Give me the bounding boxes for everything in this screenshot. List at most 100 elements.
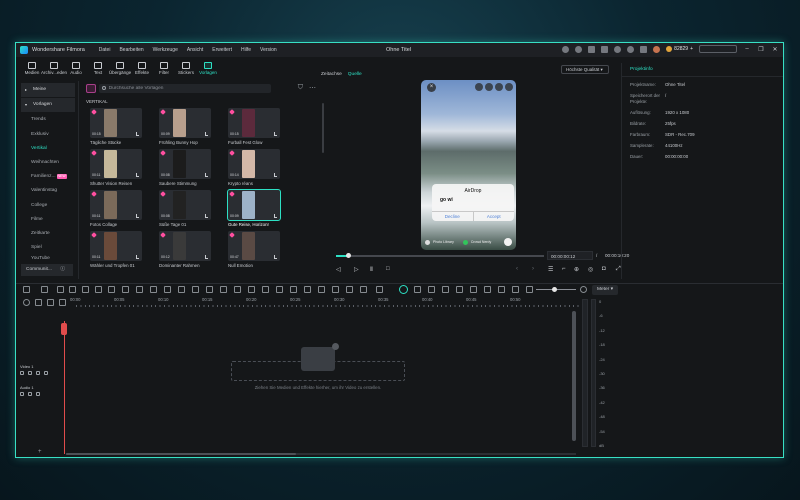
template-card[interactable]: 00:08 Süße Tage 01 [159,190,211,227]
snap-icon[interactable] [414,286,421,293]
tool-transitions[interactable]: Übergänge [109,57,131,79]
sidebar-item-familienzeit[interactable]: Familienz... NEW [21,170,75,184]
caption-icon[interactable] [498,286,505,293]
folder-icon[interactable] [20,392,24,396]
minimize-button[interactable]: – [743,46,751,52]
snapshot-icon[interactable]: ◎ [588,266,593,273]
maximize-button[interactable]: ❐ [757,46,765,53]
crop-tool-icon[interactable] [108,286,115,293]
text-tool-icon[interactable] [122,286,129,293]
search-box[interactable] [98,83,271,93]
tool-text[interactable]: Text [88,57,108,79]
timecode-current[interactable]: 00:00:00:12 [547,251,593,260]
download-icon[interactable] [274,214,277,218]
motion-icon[interactable] [192,286,199,293]
menu-datei[interactable]: Datei [99,47,111,53]
template-thumbnail[interactable]: 00:09 [159,108,211,138]
crop-icon[interactable]: ⌐ [562,266,566,272]
download-icon[interactable] [274,255,277,259]
template-card[interactable]: 00:15 Furball Fest Glow [228,108,280,145]
zoom-handle[interactable] [552,287,557,292]
play-icon[interactable]: ▷ [354,266,359,273]
download-icon[interactable] [205,132,208,136]
eye-icon[interactable] [44,371,48,375]
download-icon[interactable] [274,173,277,177]
reverse-icon[interactable] [360,286,367,293]
voiceover-icon[interactable] [442,286,449,293]
template-thumbnail[interactable]: 00:47 [228,231,280,261]
tool-media[interactable]: Medien [22,57,42,79]
folder-icon[interactable] [20,371,24,375]
seek-handle[interactable] [346,253,352,258]
group-icon[interactable] [318,286,325,293]
menu-hilfe[interactable]: Hilfe [241,47,251,53]
freeze-icon[interactable] [276,286,283,293]
zoom-in-icon[interactable] [580,286,587,293]
grid-icon[interactable] [640,45,648,53]
credits-display[interactable]: 82829 + [666,46,693,52]
undo-icon[interactable] [57,286,64,293]
mask-icon[interactable] [178,286,185,293]
speaker-icon[interactable] [28,371,32,375]
timeline-zoom-slider[interactable] [536,287,576,292]
download-icon[interactable] [274,132,277,136]
sidebar-item-youtube[interactable]: YouTube [21,255,75,263]
timeline-ruler[interactable]: 00:00 00:05 00:10 00:15 00:20 00:25 00:30 00:35… [70,297,586,307]
sidebar-item-exklusiv[interactable]: Exklusiv [21,128,75,142]
search-input[interactable] [108,85,259,91]
sidebar-item-zeitkarte[interactable]: Zeitkarte [21,227,75,241]
template-card[interactable]: 00:11 Fotos Collage [90,190,142,227]
stabilize-icon[interactable] [206,286,213,293]
screen-icon[interactable] [588,45,596,53]
redo-icon[interactable] [69,286,76,293]
feedback-icon[interactable] [562,45,570,53]
sidebar-item-valentinstag[interactable]: Valentinstag [21,184,75,198]
template-thumbnail[interactable]: 00:09 [227,189,281,221]
category-filter-button[interactable] [86,83,96,93]
download-icon[interactable] [205,214,208,218]
download-icon[interactable] [136,173,139,177]
speaker-icon[interactable] [28,392,32,396]
select-icon[interactable] [41,286,48,293]
template-thumbnail[interactable]: 00:11 [90,149,142,179]
more-icon[interactable]: ⋯ [309,84,316,92]
sidebar-item-vorlagen[interactable]: Vorlagen [21,98,75,113]
menu-werkzeuge[interactable]: Werkzeuge [153,47,178,53]
tab-projektinfo[interactable]: Projektinfo [622,63,783,77]
avatar[interactable] [653,45,661,53]
chevron-right-icon[interactable]: › [532,266,534,272]
clip-icon[interactable] [512,286,519,293]
beat-icon[interactable] [470,286,477,293]
template-card[interactable]: 00:14 Krypto réans [228,149,280,186]
timeline-horizontal-scrollbar[interactable] [66,453,576,455]
preview-seek-bar[interactable] [336,253,544,258]
track-audio-1[interactable]: Audio 1 [20,385,64,403]
template-card[interactable]: 00:09 Gute Reise, Horizon! [227,189,281,227]
meter-button[interactable]: Meter ▾ [592,285,618,295]
chevron-left-icon[interactable]: ‹ [516,266,518,272]
detach-icon[interactable] [290,286,297,293]
template-thumbnail[interactable]: 00:15 [228,108,280,138]
download-icon[interactable] [205,255,208,259]
sidebar-item-college[interactable]: College [21,199,75,213]
tool-stickers[interactable]: Stickers [176,57,196,79]
link-icon[interactable] [35,299,42,306]
community-button[interactable]: Communit... ⓘ [21,264,73,276]
close-button[interactable]: ✕ [771,46,779,53]
ripple-icon[interactable] [346,286,353,293]
quality-select[interactable]: Höchste Qualität ▾ [561,65,609,74]
sidebar-item-vertikal[interactable]: Vertikal [21,142,75,156]
sidebar-item-filme[interactable]: Filme [21,213,75,227]
pause-icon[interactable]: Ⅱ [370,266,373,273]
playhead-line[interactable] [64,321,65,454]
export-button[interactable] [699,45,737,53]
tool-archive[interactable]: Archiv...eden [41,57,67,79]
tool-audio[interactable]: Audio [66,57,86,79]
tracking-icon[interactable] [262,286,269,293]
ai-copilot-icon[interactable] [399,285,408,294]
volume-icon[interactable]: ◘ [602,266,606,272]
scrollbar-thumb[interactable] [66,453,296,455]
render-icon[interactable] [428,286,435,293]
layout-icon[interactable]: ☰ [548,266,553,273]
template-card[interactable]: 00:47 Null Emotion [228,231,280,268]
